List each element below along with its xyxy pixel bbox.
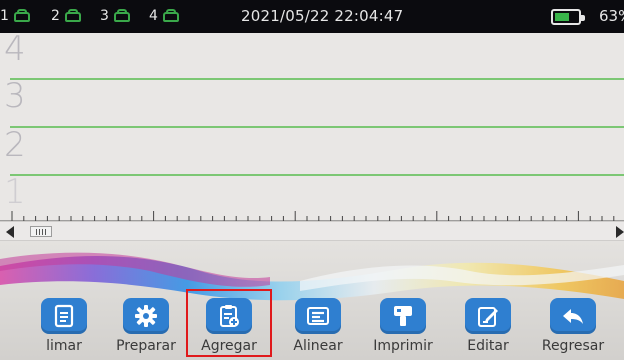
edit-icon — [465, 298, 511, 334]
return-arrow-icon — [550, 298, 596, 334]
alinear-button[interactable]: Alinear — [278, 296, 358, 358]
regresar-button[interactable]: Regresar — [533, 296, 613, 358]
imprimir-button[interactable]: Imprimir — [363, 296, 443, 358]
document-icon — [41, 298, 87, 334]
row-divider — [10, 126, 624, 128]
row-number-3: 3 — [4, 76, 26, 116]
row-divider — [10, 174, 624, 176]
row-number-2: 2 — [4, 125, 26, 165]
row-number-1: 1 — [4, 172, 26, 212]
datetime-display: 2021/05/22 22:04:47 — [241, 7, 404, 25]
preparar-button[interactable]: Preparar — [106, 296, 186, 358]
battery-level-fill — [555, 13, 569, 21]
print-message-canvas[interactable]: 4 3 2 1 — [0, 33, 624, 221]
limar-button[interactable]: limar — [24, 296, 104, 358]
printhead-indicator-3: 3 — [100, 7, 131, 25]
editar-label: Editar — [467, 338, 509, 354]
regresar-label: Regresar — [541, 338, 605, 354]
bottom-toolbar: limar Preparar Agregar Alinear Imprimir … — [0, 296, 624, 360]
align-left-icon — [295, 298, 341, 334]
agregar-highlight-box — [186, 289, 272, 357]
scroll-right-arrow-icon[interactable] — [616, 226, 624, 238]
horizontal-scrollbar[interactable] — [0, 221, 624, 241]
printhead-icon — [162, 9, 180, 23]
printhead-icon — [13, 9, 31, 23]
printer-icon — [380, 298, 426, 334]
preparar-label: Preparar — [116, 338, 176, 354]
printhead-icon — [113, 9, 131, 23]
printhead-number: 1 — [0, 8, 9, 24]
scroll-left-arrow-icon[interactable] — [6, 226, 14, 238]
printhead-number: 4 — [149, 8, 158, 24]
editar-button[interactable]: Editar — [448, 296, 528, 358]
printhead-indicator-1: 1 — [0, 7, 31, 25]
printhead-number: 2 — [51, 8, 60, 24]
printhead-number: 3 — [100, 8, 109, 24]
gear-icon — [123, 298, 169, 334]
scrollbar-thumb[interactable] — [30, 226, 52, 237]
printhead-indicator-4: 4 — [149, 7, 180, 25]
limar-label: limar — [46, 338, 82, 354]
battery-percentage: 63% — [599, 7, 624, 25]
alinear-label: Alinear — [293, 338, 343, 354]
row-divider — [10, 78, 624, 80]
status-bar: 1 2 3 4 2021/05/22 22:04:47 63% — [0, 0, 624, 33]
battery-icon — [551, 9, 585, 25]
printhead-indicator-2: 2 — [51, 7, 82, 25]
row-number-4: 4 — [4, 33, 26, 69]
imprimir-label: Imprimir — [373, 338, 433, 354]
printhead-icon — [64, 9, 82, 23]
